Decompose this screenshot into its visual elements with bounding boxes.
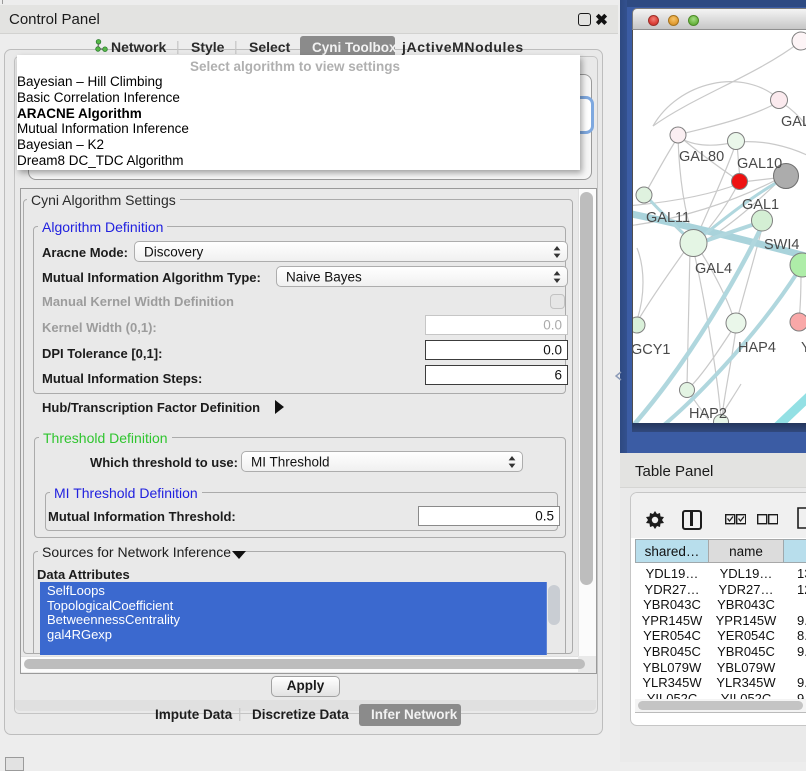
svg-text:GAL1: GAL1 (742, 197, 779, 213)
svg-text:GAL80: GAL80 (679, 149, 724, 165)
svg-text:Y: Y (801, 340, 806, 356)
svg-text:SWI4: SWI4 (764, 237, 799, 253)
svg-text:HAP2: HAP2 (689, 406, 727, 422)
svg-text:GCY1: GCY1 (633, 342, 671, 358)
svg-text:GAL10: GAL10 (737, 156, 782, 172)
svg-text:GAL: GAL (781, 114, 806, 130)
svg-text:GAL4: GAL4 (695, 261, 732, 277)
svg-text:GAL11: GAL11 (646, 210, 690, 226)
svg-text:HAP4: HAP4 (738, 340, 776, 356)
